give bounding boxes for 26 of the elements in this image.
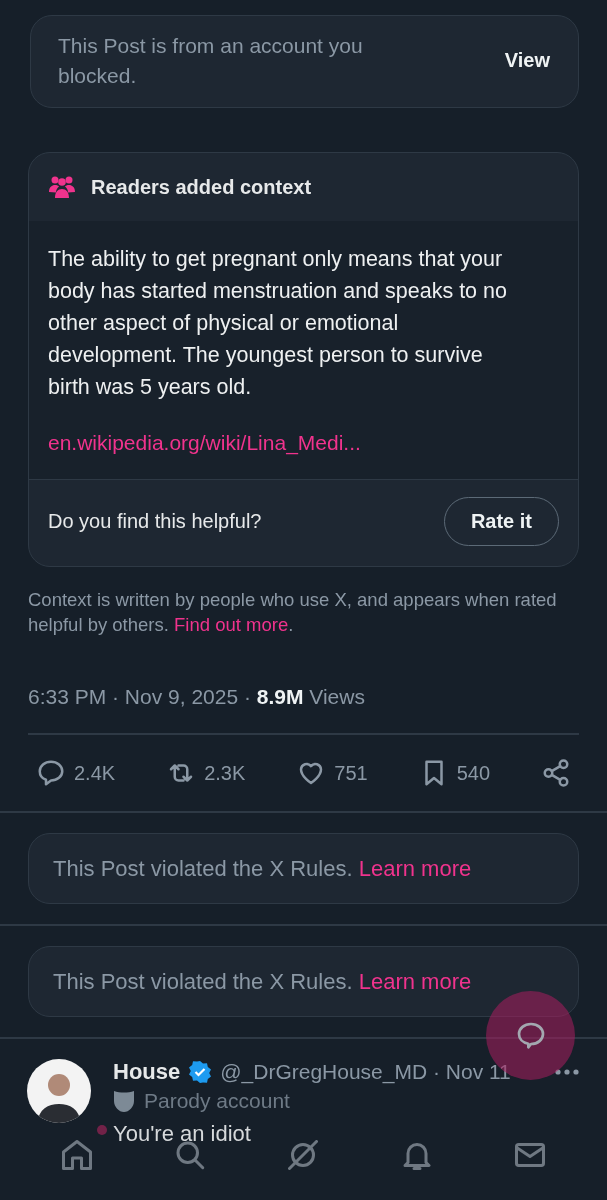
bookmark-action[interactable]: 540: [418, 758, 490, 788]
parody-label: Parody account: [144, 1089, 290, 1113]
share-action[interactable]: [541, 758, 571, 788]
violation-text: This Post violated the X Rules. Learn more: [53, 855, 472, 882]
learn-more-link[interactable]: Learn more: [358, 855, 472, 881]
source-link[interactable]: en.wikipedia.org/wiki/Lina_Medi...: [48, 427, 512, 459]
blocked-notice-text: This Post is from an account you blocked.: [58, 32, 364, 89]
share-icon: [541, 758, 571, 788]
people-icon: [47, 174, 77, 200]
violation-text: This Post violated the X Rules. Learn more: [53, 968, 472, 995]
view-button[interactable]: View: [504, 49, 550, 72]
note-title: Readers added context: [91, 175, 312, 199]
reply-action[interactable]: 2.4K: [36, 758, 116, 788]
like-action[interactable]: 751: [296, 758, 368, 788]
speech-bubble-icon: [36, 758, 66, 788]
note-disclaimer: Context is written by people who use X, and appears when rated helpful by others. Find out more.: [28, 588, 558, 637]
learn-more-link[interactable]: Learn more: [358, 968, 472, 994]
post-timestamp-views: 6:33 PM · Nov 9, 2025 · 8.9M Views: [28, 685, 366, 709]
reply-text: You're an idiot: [113, 1121, 252, 1147]
author-handle-date: @_DrGregHouse_MD · Nov 11: [220, 1060, 511, 1084]
helpful-question: Do you find this helpful?: [48, 510, 262, 533]
note-body: The ability to get pregnant only means that your body has started menstruation and speaks to no other aspect of physical or emotional development. The youngest person to survive birth was 5 years old.: [48, 246, 508, 401]
more-icon[interactable]: [555, 1069, 579, 1075]
author-name: House: [113, 1059, 181, 1085]
find-out-more-link[interactable]: Find out more: [174, 614, 289, 635]
repost-action[interactable]: 2.3K: [166, 758, 246, 788]
